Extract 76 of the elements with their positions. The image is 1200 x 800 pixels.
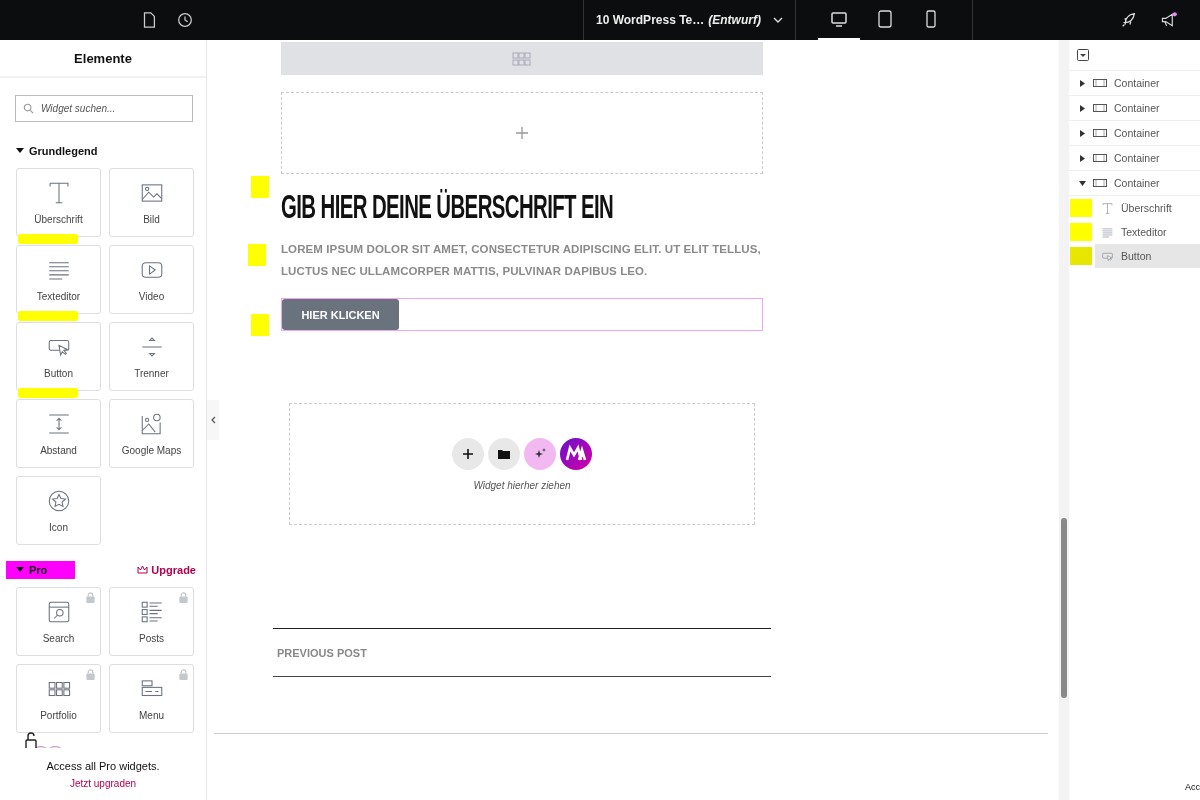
panel-title: Elemente (0, 40, 206, 78)
document-title-dropdown[interactable]: 10 WordPress Te… (Entwurf) (583, 0, 796, 40)
widget-label: Video (138, 291, 165, 302)
widget-label: Trenner (134, 368, 169, 379)
previous-post-link[interactable]: PREVIOUS POST (273, 646, 367, 659)
body-text: LOREM IPSUM DOLOR SIT AMET, CONSECTETUR ADIPISCING ELIT. UT ELIT TELLUS, LUCTUS NEC ULLAMCORPER MATTIS, PULVINAR DAPIBUS LEO. (281, 242, 762, 279)
grid-icon (512, 51, 532, 66)
caret-right-icon[interactable] (1079, 104, 1086, 112)
caret-down-icon (16, 148, 24, 154)
caret-down-icon[interactable] (1079, 179, 1086, 187)
widget-label: Posts (139, 633, 164, 644)
collapse-handle[interactable] (207, 400, 219, 440)
widget-tile[interactable]: Bild (109, 168, 194, 237)
container-icon (1093, 78, 1107, 88)
container-icon (1093, 178, 1107, 188)
chevron-left-icon (210, 416, 216, 424)
upgrade-link[interactable]: Jetzt upgraden (69, 777, 137, 789)
caret-right-icon[interactable] (1079, 79, 1086, 87)
widget-tile[interactable]: Google Maps (109, 399, 194, 468)
upgrade-link[interactable]: Upgrade (137, 564, 196, 576)
scrollbar[interactable] (1059, 40, 1069, 800)
caret-right-icon[interactable] (1079, 129, 1086, 137)
widget-label: Portfolio (40, 710, 77, 721)
widget-tile[interactable]: Portfolio (16, 664, 101, 733)
navigator-item[interactable]: Container (1069, 71, 1200, 96)
sparkle-button[interactable] (524, 437, 556, 470)
footer-text: Acc (1185, 782, 1200, 792)
widget-tile[interactable]: Search (16, 587, 101, 656)
widget-tile[interactable]: Menu (109, 664, 194, 733)
widget-tile[interactable]: Video (109, 245, 194, 314)
cta-button[interactable]: HIER KLICKEN (282, 299, 399, 330)
add-icon[interactable] (516, 127, 528, 139)
page-heading: GIB HIER DEINE ÜBERSCHRIFT EIN (281, 188, 614, 224)
plus-icon (462, 447, 474, 460)
navigator-item[interactable]: Container (1069, 121, 1200, 146)
widget-label: Button (44, 368, 73, 379)
history-icon[interactable] (176, 11, 194, 29)
plugin-logo[interactable] (560, 437, 592, 470)
caret-right-icon[interactable] (1079, 154, 1086, 162)
container-icon (1093, 128, 1107, 138)
widget-label: Google Maps (121, 445, 182, 456)
widget-label: Icon (49, 522, 68, 533)
navigator-item[interactable]: Texteditor (1095, 220, 1200, 244)
navigator-item[interactable]: Überschrift (1095, 196, 1200, 220)
section-toggle[interactable]: Grundlegend (6, 142, 108, 160)
letter-t-icon (1101, 201, 1114, 215)
widget-label: Search (42, 633, 75, 644)
widget-tile[interactable]: Icon (16, 476, 101, 545)
widget-label: Abstand (40, 445, 77, 456)
widget-tile[interactable]: Posts (109, 587, 194, 656)
navigator-item[interactable]: Container (1069, 96, 1200, 121)
section-toggle[interactable]: Pro (6, 561, 76, 579)
rocket-icon[interactable] (1120, 11, 1138, 29)
drop-hint: Widget hierher ziehen (473, 479, 571, 491)
widget-tile[interactable]: Trenner (109, 322, 194, 391)
folder-button[interactable] (488, 437, 520, 470)
add-button[interactable] (452, 437, 484, 470)
caret-down-icon (16, 567, 24, 573)
megaphone-icon[interactable] (1160, 11, 1178, 29)
container-icon (1093, 103, 1107, 113)
widget-label: Überschrift (34, 214, 83, 225)
widget-label: Texteditor (36, 291, 81, 302)
widget-tile[interactable]: Abstand (16, 399, 101, 468)
promo-text: Access all Pro widgets. (46, 759, 160, 772)
widget-label: Menu (139, 710, 164, 721)
navigator-item[interactable]: Button (1095, 244, 1200, 268)
collapse-all-icon[interactable] (1077, 49, 1089, 61)
crown-icon (137, 565, 149, 574)
text-lines-icon (1101, 225, 1114, 239)
chevron-down-icon (772, 17, 783, 23)
widget-label: Bild (143, 214, 160, 225)
navigator-item[interactable]: Container (1069, 146, 1200, 171)
folder-icon (498, 448, 510, 459)
search-field[interactable]: Widget suchen... (15, 95, 193, 122)
container-icon (1093, 153, 1107, 163)
navigator-item[interactable]: Container (1069, 171, 1200, 196)
